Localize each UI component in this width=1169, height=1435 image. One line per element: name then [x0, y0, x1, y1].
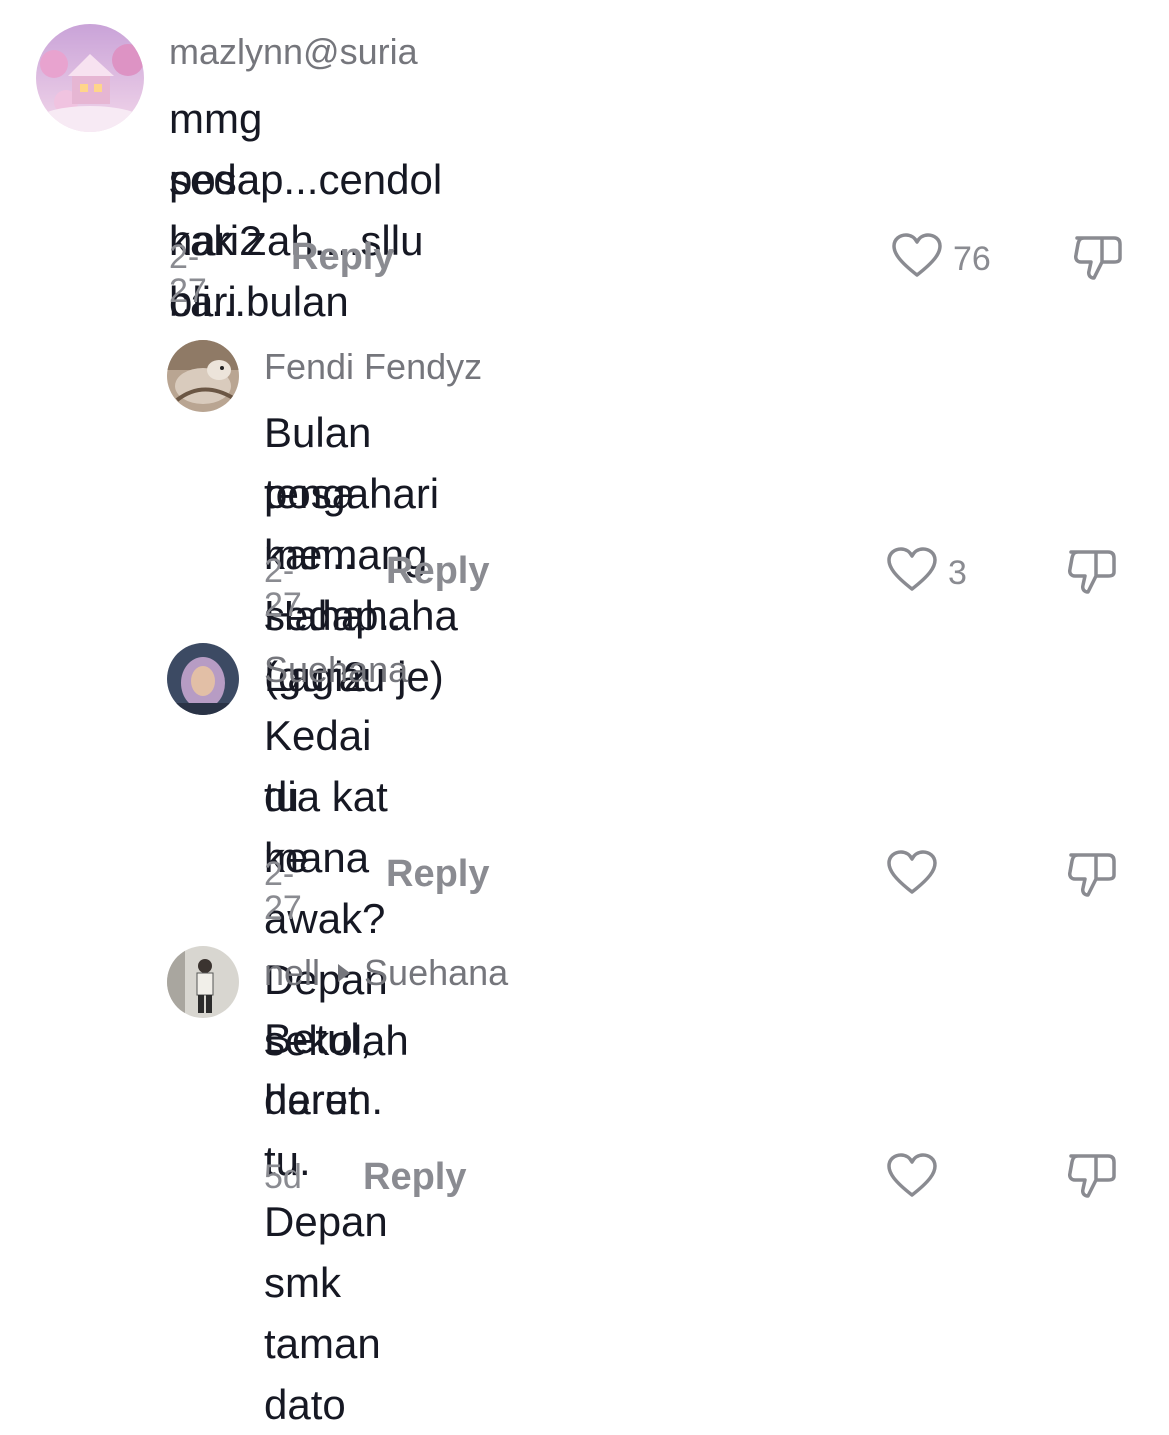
avatar[interactable] — [167, 643, 239, 715]
dislike-button[interactable] — [1066, 548, 1118, 601]
reply-author[interactable]: nell — [264, 952, 320, 993]
reply-button[interactable]: Reply — [291, 238, 394, 276]
comment-date: 2-27 — [169, 238, 207, 310]
reply-button[interactable]: Reply — [386, 552, 489, 590]
thumbs-down-outline-icon — [1072, 236, 1124, 286]
reply-button[interactable]: Reply — [363, 1158, 466, 1196]
thumbs-down-outline-icon — [1066, 1154, 1118, 1204]
avatar[interactable] — [167, 946, 239, 1018]
like-button[interactable]: 76 — [891, 233, 991, 284]
thumbs-down-outline-icon — [1066, 550, 1118, 600]
avatar[interactable] — [167, 340, 239, 412]
comment-date: 5d — [264, 1158, 302, 1196]
comment-date: 2-27 — [264, 552, 302, 624]
comment-date: 2-27 — [264, 855, 302, 927]
avatar[interactable] — [36, 24, 144, 132]
heart-outline-icon — [886, 547, 938, 598]
comment-text-line: harun. — [264, 1076, 384, 1123]
heart-outline-icon — [891, 233, 943, 284]
heart-outline-icon — [886, 1153, 938, 1204]
comment-username[interactable]: Fendi Fendyz — [264, 349, 482, 385]
like-button[interactable] — [886, 1153, 948, 1204]
like-button[interactable]: 3 — [886, 547, 967, 598]
comment-username[interactable]: Suehana — [264, 652, 408, 688]
like-count: 76 — [953, 239, 991, 278]
heart-outline-icon — [886, 850, 938, 901]
dislike-button[interactable] — [1066, 851, 1118, 904]
reply-button[interactable]: Reply — [386, 855, 489, 893]
reply-target-username[interactable]: Suehana — [364, 952, 508, 993]
thumbs-down-outline-icon — [1066, 853, 1118, 903]
comment-username: nell Suehana — [264, 955, 508, 991]
dislike-button[interactable] — [1072, 234, 1124, 287]
comment-username[interactable]: mazlynn@suria — [169, 34, 418, 70]
reply-arrow-icon — [338, 964, 351, 982]
dislike-button[interactable] — [1066, 1152, 1118, 1205]
like-count: 3 — [948, 553, 967, 592]
like-button[interactable] — [886, 850, 948, 901]
